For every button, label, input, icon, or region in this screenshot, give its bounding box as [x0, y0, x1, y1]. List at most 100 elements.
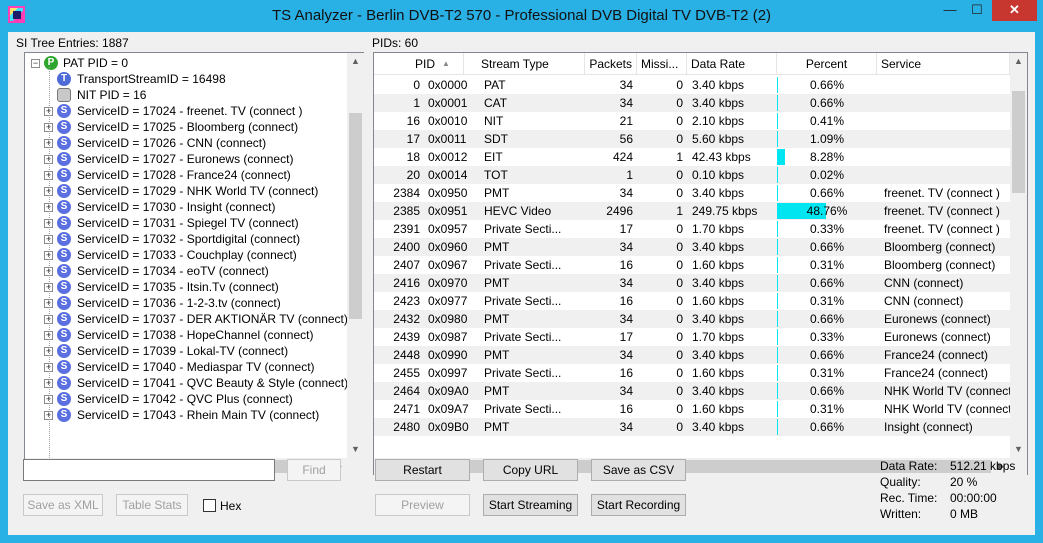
- tree-node[interactable]: T TransportStreamID = 16498: [25, 71, 345, 87]
- copy-url-button[interactable]: Copy URL: [483, 459, 578, 481]
- tree-service-label: ServiceID = 17040 - Mediaspar TV (connec…: [77, 360, 315, 374]
- cell-pid-hex: 0x09B0: [428, 420, 469, 434]
- cell-stream-type: PMT: [484, 420, 510, 434]
- collapse-icon[interactable]: −: [31, 59, 40, 68]
- table-row[interactable]: 16 0x0010 NIT 21 0 2.10 kbps 0.41%: [374, 112, 1010, 130]
- table-row[interactable]: 2480 0x09B0 PMT 34 0 3.40 kbps 0.66% Insight (c…: [374, 418, 1010, 436]
- cell-pid-hex: 0x0980: [428, 312, 468, 326]
- tree-service-item[interactable]: + S ServiceID = 17040 - Mediaspar TV (conn…: [25, 359, 345, 375]
- tree-service-item[interactable]: + S ServiceID = 17024 - freenet. TV (conne…: [25, 103, 345, 119]
- scroll-down-icon[interactable]: ▼: [1010, 441, 1027, 458]
- tree-service-item[interactable]: + S ServiceID = 17034 - eoTV (connect): [25, 263, 345, 279]
- cell-stream-type: CAT: [484, 96, 508, 110]
- service-icon: S: [57, 312, 71, 326]
- tree-service-item[interactable]: + S ServiceID = 17031 - Spiegel TV (connec…: [25, 215, 345, 231]
- tree-service-item[interactable]: + S ServiceID = 17036 - 1-2-3.tv (connect): [25, 295, 345, 311]
- preview-button[interactable]: Preview: [375, 494, 470, 516]
- table-row[interactable]: 2471 0x09A7 Private Secti... 16 0 1.60 kbps 0.…: [374, 400, 1010, 418]
- table-row[interactable]: 2432 0x0980 PMT 34 0 3.40 kbps 0.66% Euronews (…: [374, 310, 1010, 328]
- cell-pid-hex: 0x0987: [428, 330, 468, 344]
- scroll-up-icon[interactable]: ▲: [347, 53, 364, 70]
- tree-node[interactable]: NIT PID = 16: [25, 87, 345, 103]
- restart-button[interactable]: Restart: [375, 459, 470, 481]
- search-input[interactable]: [23, 459, 275, 481]
- pid-scroll-thumb[interactable]: [1012, 91, 1025, 193]
- save-as-xml-button[interactable]: Save as XML: [23, 494, 103, 516]
- cell-service: NHK World TV (connect): [884, 402, 1010, 416]
- tree-scroll-thumb[interactable]: [349, 113, 362, 319]
- table-row[interactable]: 0 0x0000 PAT 34 0 3.40 kbps 0.66%: [374, 76, 1010, 94]
- table-row[interactable]: 20 0x0014 TOT 1 0 0.10 kbps 0.02%: [374, 166, 1010, 184]
- tree-service-item[interactable]: + S ServiceID = 17025 - Bloomberg (connect…: [25, 119, 345, 135]
- col-stream-type[interactable]: Stream Type: [477, 53, 585, 75]
- table-row[interactable]: 2448 0x0990 PMT 34 0 3.40 kbps 0.66% France24 (…: [374, 346, 1010, 364]
- cell-missing: 0: [676, 348, 683, 362]
- tree-service-item[interactable]: + S ServiceID = 17027 - Euronews (connect): [25, 151, 345, 167]
- tree-service-item[interactable]: + S ServiceID = 17042 - QVC Plus (connect): [25, 391, 345, 407]
- cell-packets: 21: [619, 114, 633, 128]
- tree-service-item[interactable]: + S ServiceID = 17026 - CNN (connect): [25, 135, 345, 151]
- tree-service-item[interactable]: + S ServiceID = 17039 - Lokal-TV (connect): [25, 343, 345, 359]
- close-button[interactable]: ✕: [992, 0, 1037, 21]
- table-row[interactable]: 2400 0x0960 PMT 34 0 3.40 kbps 0.66% Bloomberg …: [374, 238, 1010, 256]
- tree-service-item[interactable]: + S ServiceID = 17038 - HopeChannel (conne…: [25, 327, 345, 343]
- table-row[interactable]: 2384 0x0950 PMT 34 0 3.40 kbps 0.66% freenet. T…: [374, 184, 1010, 202]
- cell-pid-hex: 0x0011: [428, 132, 467, 146]
- start-streaming-button[interactable]: Start Streaming: [483, 494, 578, 516]
- tree-vertical-scrollbar[interactable]: ▲ ▼: [347, 53, 364, 458]
- tree-service-item[interactable]: + S ServiceID = 17043 - Rhein Main TV (con…: [25, 407, 345, 423]
- hex-checkbox[interactable]: [203, 499, 216, 512]
- maximize-button[interactable]: ☐: [964, 0, 990, 21]
- cell-percent: 0.66%: [809, 312, 845, 326]
- scroll-up-icon[interactable]: ▲: [1010, 53, 1027, 70]
- tree-service-item[interactable]: + S ServiceID = 17035 - Itsin.Tv (connect): [25, 279, 345, 295]
- table-row[interactable]: 17 0x0011 SDT 56 0 5.60 kbps 1.09%: [374, 130, 1010, 148]
- col-data-rate[interactable]: Data Rate: [687, 53, 777, 75]
- tree-service-item[interactable]: + S ServiceID = 17032 - Sportdigital (conn…: [25, 231, 345, 247]
- cell-percent: 0.33%: [809, 330, 845, 344]
- table-stats-button[interactable]: Table Stats: [116, 494, 188, 516]
- cell-packets: 34: [619, 186, 633, 200]
- tree-service-label: ServiceID = 17030 - Insight (connect): [77, 200, 276, 214]
- pid-vertical-scrollbar[interactable]: ▲ ▼: [1010, 53, 1027, 458]
- minimize-button[interactable]: —: [937, 0, 963, 21]
- tree-root[interactable]: − P PAT PID = 0: [25, 55, 345, 71]
- tree-service-item[interactable]: + S ServiceID = 17033 - Couchplay (connect…: [25, 247, 345, 263]
- tree-service-item[interactable]: + S ServiceID = 17028 - France24 (connect): [25, 167, 345, 183]
- save-as-csv-button[interactable]: Save as CSV: [591, 459, 686, 481]
- table-row[interactable]: 2407 0x0967 Private Secti... 16 0 1.60 kbps 0.…: [374, 256, 1010, 274]
- tree-service-item[interactable]: + S ServiceID = 17029 - NHK World TV (conn…: [25, 183, 345, 199]
- pid-table[interactable]: PID ▲ Stream Type Packets Missi... Data …: [373, 52, 1028, 475]
- col-service[interactable]: Service: [877, 53, 1010, 75]
- tree-service-label: ServiceID = 17036 - 1-2-3.tv (connect): [77, 296, 281, 310]
- table-row[interactable]: 2455 0x0997 Private Secti... 16 0 1.60 kbps 0.…: [374, 364, 1010, 382]
- scroll-down-icon[interactable]: ▼: [347, 441, 364, 458]
- cell-missing: 0: [676, 420, 683, 434]
- col-percent[interactable]: Percent: [777, 53, 877, 75]
- table-row[interactable]: 2423 0x0977 Private Secti... 16 0 1.60 kbps 0.…: [374, 292, 1010, 310]
- table-row[interactable]: 2385 0x0951 HEVC Video 2496 1 249.75 kbps 48.7…: [374, 202, 1010, 220]
- col-packets[interactable]: Packets: [585, 53, 637, 75]
- table-row[interactable]: 2416 0x0970 PMT 34 0 3.40 kbps 0.66% CNN (conne…: [374, 274, 1010, 292]
- table-row[interactable]: 18 0x0012 EIT 424 1 42.43 kbps 8.28%: [374, 148, 1010, 166]
- table-row[interactable]: 2391 0x0957 Private Secti... 17 0 1.70 kbps 0.…: [374, 220, 1010, 238]
- table-row[interactable]: 1 0x0001 CAT 34 0 3.40 kbps 0.66%: [374, 94, 1010, 112]
- cell-pid-hex: 0x0014: [428, 168, 468, 182]
- tree-service-item[interactable]: + S ServiceID = 17037 - DER AKTIONÄR TV (c…: [25, 311, 347, 327]
- tree-service-item[interactable]: + S ServiceID = 17030 - Insight (connect): [25, 199, 345, 215]
- service-icon: S: [57, 408, 71, 422]
- si-tree[interactable]: − P PAT PID = 0 T TransportStreamID = 16…: [24, 52, 364, 475]
- start-recording-button[interactable]: Start Recording: [591, 494, 686, 516]
- cell-pid: 2407: [393, 258, 420, 272]
- title-bar: TS Analyzer - Berlin DVB-T2 570 - Profes…: [0, 0, 1043, 32]
- col-missing[interactable]: Missi...: [637, 53, 687, 75]
- cell-missing: 0: [676, 294, 683, 308]
- col-pid[interactable]: PID: [374, 53, 464, 75]
- data-rate-value: 512.21 kbps: [950, 459, 1016, 473]
- cell-data-rate: 3.40 kbps: [692, 312, 745, 326]
- find-button[interactable]: Find: [287, 459, 341, 481]
- tree-service-item[interactable]: + S ServiceID = 17041 - QVC Beauty & Style…: [25, 375, 347, 391]
- table-row[interactable]: 2464 0x09A0 PMT 34 0 3.40 kbps 0.66% NHK World …: [374, 382, 1010, 400]
- table-row[interactable]: 2439 0x0987 Private Secti... 17 0 1.70 kbps 0.…: [374, 328, 1010, 346]
- cell-stream-type: PMT: [484, 186, 510, 200]
